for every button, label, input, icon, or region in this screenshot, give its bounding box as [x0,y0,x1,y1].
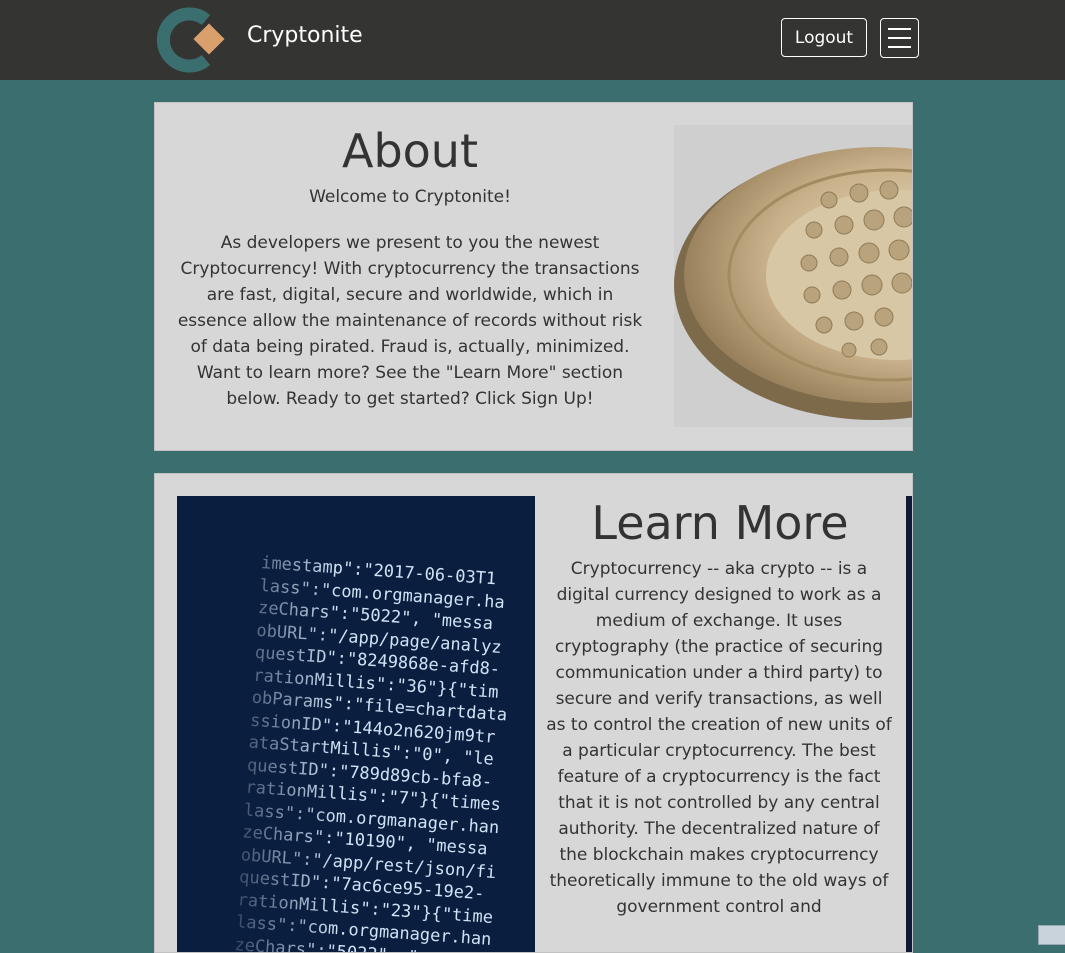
learn-more-body: Cryptocurrency -- aka crypto -- is a dig… [546,559,892,917]
logout-button[interactable]: Logout [781,18,867,57]
side-image-strip [906,496,912,952]
brand-name[interactable]: Cryptonite [247,22,363,50]
learn-more-title: Learn More [591,496,849,550]
navbar: Cryptonite Logout [0,0,1065,80]
hamburger-menu-icon[interactable] [880,18,919,58]
corner-widget[interactable] [1038,925,1065,945]
about-card: About Welcome to Cryptonite! As develope… [154,102,913,451]
learn-more-card: imestamp":"2017-06-03T1 lass":"com.orgma… [154,473,913,953]
about-welcome: Welcome to Cryptonite! [309,187,511,207]
code-screen-image: imestamp":"2017-06-03T1 lass":"com.orgma… [177,496,535,952]
crypto-coin-image [674,125,912,427]
cryptonite-logo-icon[interactable] [156,6,228,74]
about-title: About [341,124,478,178]
about-body: As developers we present to you the newe… [177,233,643,409]
